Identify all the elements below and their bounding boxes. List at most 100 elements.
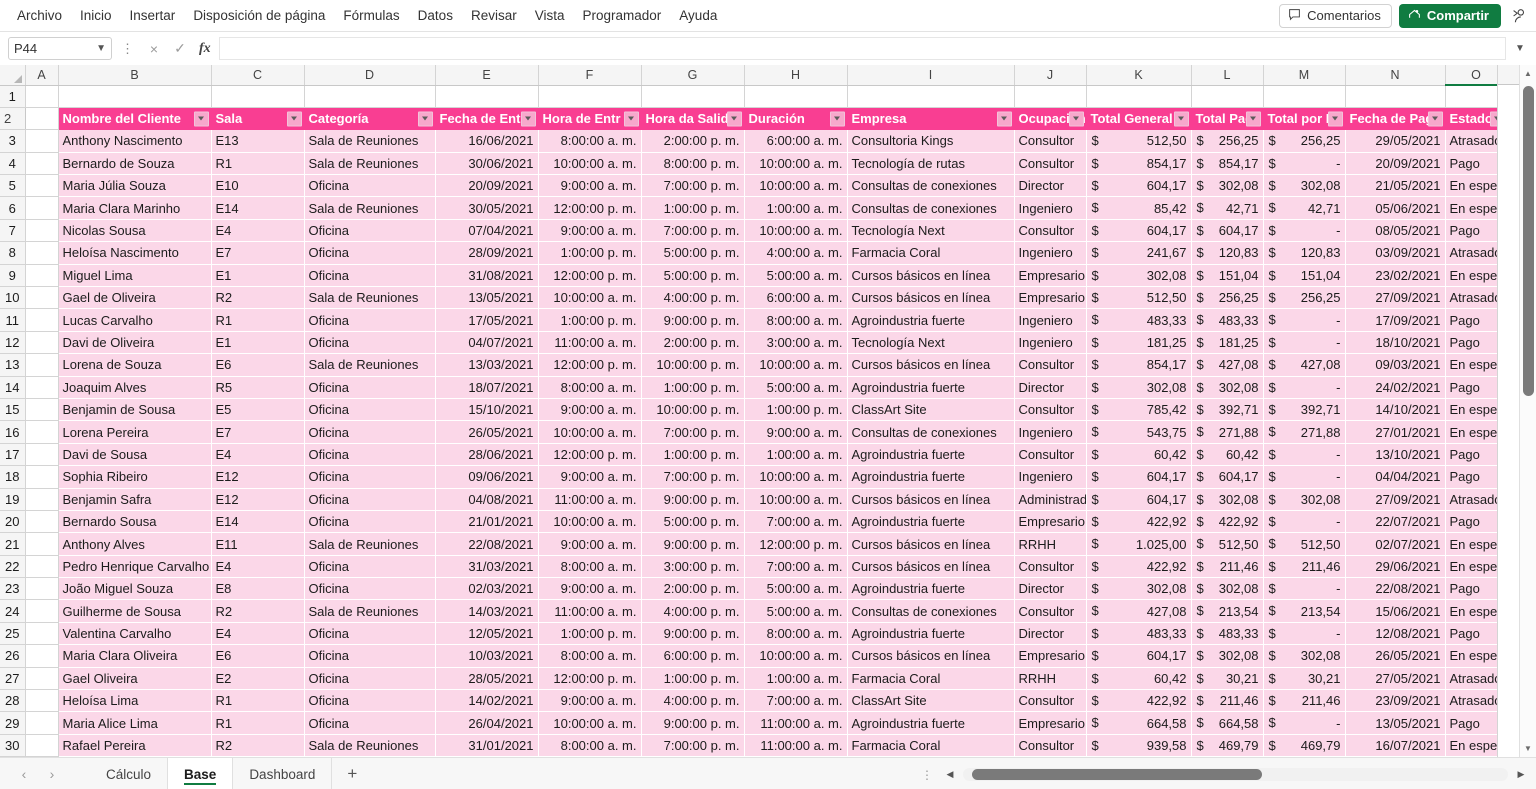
- cell-A18[interactable]: [25, 465, 59, 489]
- cell-ocupacion-24[interactable]: Consultor: [1014, 599, 1087, 623]
- cell-empresa-19[interactable]: Cursos básicos en línea: [847, 488, 1015, 511]
- cell-M1[interactable]: [1263, 85, 1346, 108]
- cell-categoria-27[interactable]: Oficina: [304, 667, 436, 691]
- cell-hora-entrada-14[interactable]: 8:00:00 a. m.: [538, 376, 642, 399]
- cell-total-por-pagar-16[interactable]: $271,88: [1263, 420, 1346, 444]
- table-header-duracion[interactable]: Duración: [744, 107, 848, 131]
- cell-duracion-8[interactable]: 4:00:00 a. m.: [744, 241, 848, 265]
- cell-hora-entrada-23[interactable]: 9:00:00 a. m.: [538, 577, 642, 601]
- cell-sala-5[interactable]: E10: [211, 174, 305, 198]
- cell-cliente-28[interactable]: Heloísa Lima: [58, 689, 212, 713]
- cell-empresa-18[interactable]: Agroindustria fuerte: [847, 465, 1015, 489]
- cell-empresa-28[interactable]: ClassArt Site: [847, 689, 1015, 713]
- cell-fecha-pago-23[interactable]: 22/08/2021: [1345, 577, 1446, 601]
- cell-total-general-16[interactable]: $543,75: [1086, 420, 1192, 444]
- cell-fecha-pago-19[interactable]: 27/09/2021: [1345, 488, 1446, 511]
- cell-ocupacion-17[interactable]: Consultor: [1014, 443, 1087, 467]
- cell-categoria-9[interactable]: Oficina: [304, 264, 436, 288]
- cell-ocupacion-3[interactable]: Consultor: [1014, 129, 1087, 153]
- cell-total-por-pagar-30[interactable]: $469,79: [1263, 734, 1346, 757]
- cell-cliente-9[interactable]: Miguel Lima: [58, 264, 212, 288]
- table-header-total-general[interactable]: Total General: [1086, 107, 1192, 131]
- cell-categoria-22[interactable]: Oficina: [304, 555, 436, 579]
- row-header-18[interactable]: 18: [0, 465, 26, 489]
- cell-categoria-23[interactable]: Oficina: [304, 577, 436, 601]
- cell-hora-entrada-12[interactable]: 11:00:00 a. m.: [538, 331, 642, 355]
- name-box[interactable]: P44 ▼: [8, 37, 112, 60]
- cell-hora-salida-30[interactable]: 7:00:00 p. m.: [641, 734, 745, 757]
- cell-categoria-17[interactable]: Oficina: [304, 443, 436, 467]
- cell-fecha-entrada-27[interactable]: 28/05/2021: [435, 667, 539, 691]
- cell-categoria-30[interactable]: Sala de Reuniones: [304, 734, 436, 757]
- cell-duracion-24[interactable]: 5:00:00 a. m.: [744, 599, 848, 623]
- cell-hora-salida-29[interactable]: 9:00:00 p. m.: [641, 711, 745, 735]
- cell-duracion-16[interactable]: 9:00:00 a. m.: [744, 420, 848, 444]
- cell-sala-29[interactable]: R1: [211, 711, 305, 735]
- cell-A19[interactable]: [25, 488, 59, 511]
- cell-hora-salida-12[interactable]: 2:00:00 p. m.: [641, 331, 745, 355]
- vertical-scrollbar[interactable]: ▲ ▼: [1519, 65, 1536, 757]
- cell-hora-salida-9[interactable]: 5:00:00 p. m.: [641, 264, 745, 288]
- cell-hora-salida-4[interactable]: 8:00:00 p. m.: [641, 152, 745, 176]
- cell-duracion-29[interactable]: 11:00:00 a. m.: [744, 711, 848, 735]
- cell-categoria-10[interactable]: Sala de Reuniones: [304, 286, 436, 310]
- cell-total-pagado-16[interactable]: $271,88: [1191, 420, 1264, 444]
- cell-hora-salida-3[interactable]: 2:00:00 p. m.: [641, 129, 745, 153]
- cell-duracion-17[interactable]: 1:00:00 a. m.: [744, 443, 848, 467]
- cell-total-por-pagar-22[interactable]: $211,46: [1263, 555, 1346, 579]
- cell-categoria-26[interactable]: Oficina: [304, 644, 436, 668]
- cell-ocupacion-21[interactable]: RRHH: [1014, 532, 1087, 556]
- menu-item-insertar[interactable]: Insertar: [121, 4, 185, 27]
- cell-H1[interactable]: [744, 85, 848, 108]
- row-header-22[interactable]: 22: [0, 555, 26, 579]
- cell-empresa-20[interactable]: Agroindustria fuerte: [847, 510, 1015, 534]
- cell-total-por-pagar-24[interactable]: $213,54: [1263, 599, 1346, 623]
- cell-A20[interactable]: [25, 510, 59, 534]
- cell-sala-12[interactable]: E1: [211, 331, 305, 355]
- cell-empresa-14[interactable]: Agroindustria fuerte: [847, 376, 1015, 399]
- cell-I1[interactable]: [847, 85, 1015, 108]
- cell-total-pagado-15[interactable]: $392,71: [1191, 398, 1264, 422]
- cell-categoria-3[interactable]: Sala de Reuniones: [304, 129, 436, 153]
- cell-duracion-30[interactable]: 11:00:00 a. m.: [744, 734, 848, 757]
- cell-duracion-5[interactable]: 10:00:00 a. m.: [744, 174, 848, 198]
- cell-total-por-pagar-18[interactable]: $ -: [1263, 465, 1346, 489]
- cell-ocupacion-7[interactable]: Consultor: [1014, 219, 1087, 243]
- cell-total-pagado-11[interactable]: $483,33: [1191, 308, 1264, 332]
- cell-hora-salida-16[interactable]: 7:00:00 p. m.: [641, 420, 745, 444]
- cell-A24[interactable]: [25, 599, 59, 623]
- cell-cliente-23[interactable]: João Miguel Souza: [58, 577, 212, 601]
- cell-empresa-25[interactable]: Agroindustria fuerte: [847, 622, 1015, 646]
- cell-sala-15[interactable]: E5: [211, 398, 305, 422]
- cell-total-por-pagar-4[interactable]: $ -: [1263, 152, 1346, 176]
- table-row[interactable]: 22 Pedro Henrique Carvalho E4 Oficina 31/03/…: [0, 555, 1508, 579]
- cell-ocupacion-6[interactable]: Ingeniero: [1014, 196, 1087, 220]
- cell-total-general-6[interactable]: $85,42: [1086, 196, 1192, 220]
- column-header-K[interactable]: K: [1086, 65, 1192, 86]
- cell-total-por-pagar-12[interactable]: $ -: [1263, 331, 1346, 355]
- cell-fecha-pago-3[interactable]: 29/05/2021: [1345, 129, 1446, 153]
- table-row[interactable]: 6 Maria Clara Marinho E14 Sala de Reuniones…: [0, 196, 1508, 220]
- cell-total-pagado-10[interactable]: $256,25: [1191, 286, 1264, 310]
- cell-cliente-30[interactable]: Rafael Pereira: [58, 734, 212, 757]
- cell-total-general-22[interactable]: $422,92: [1086, 555, 1192, 579]
- cell-hora-salida-23[interactable]: 2:00:00 p. m.: [641, 577, 745, 601]
- cell-empresa-4[interactable]: Tecnología de rutas: [847, 152, 1015, 176]
- cell-total-pagado-19[interactable]: $302,08: [1191, 488, 1264, 511]
- cell-A4[interactable]: [25, 152, 59, 176]
- cell-total-general-3[interactable]: $512,50: [1086, 129, 1192, 153]
- cell-A1[interactable]: [25, 85, 59, 108]
- table-row[interactable]: 19 Benjamin Safra E12 Oficina 04/08/2021 11:0…: [0, 488, 1508, 511]
- cell-total-general-13[interactable]: $854,17: [1086, 353, 1192, 377]
- cell-fecha-entrada-12[interactable]: 04/07/2021: [435, 331, 539, 355]
- cell-total-por-pagar-21[interactable]: $512,50: [1263, 532, 1346, 556]
- cell-sala-21[interactable]: E11: [211, 532, 305, 556]
- cell-total-por-pagar-25[interactable]: $ -: [1263, 622, 1346, 646]
- cell-duracion-22[interactable]: 7:00:00 a. m.: [744, 555, 848, 579]
- cell-fecha-entrada-25[interactable]: 12/05/2021: [435, 622, 539, 646]
- cell-fecha-entrada-9[interactable]: 31/08/2021: [435, 264, 539, 288]
- cell-total-general-10[interactable]: $512,50: [1086, 286, 1192, 310]
- table-row[interactable]: 25 Valentina Carvalho E4 Oficina 12/05/2021 1…: [0, 622, 1508, 646]
- cell-sala-30[interactable]: R2: [211, 734, 305, 757]
- cell-cliente-19[interactable]: Benjamin Safra: [58, 488, 212, 511]
